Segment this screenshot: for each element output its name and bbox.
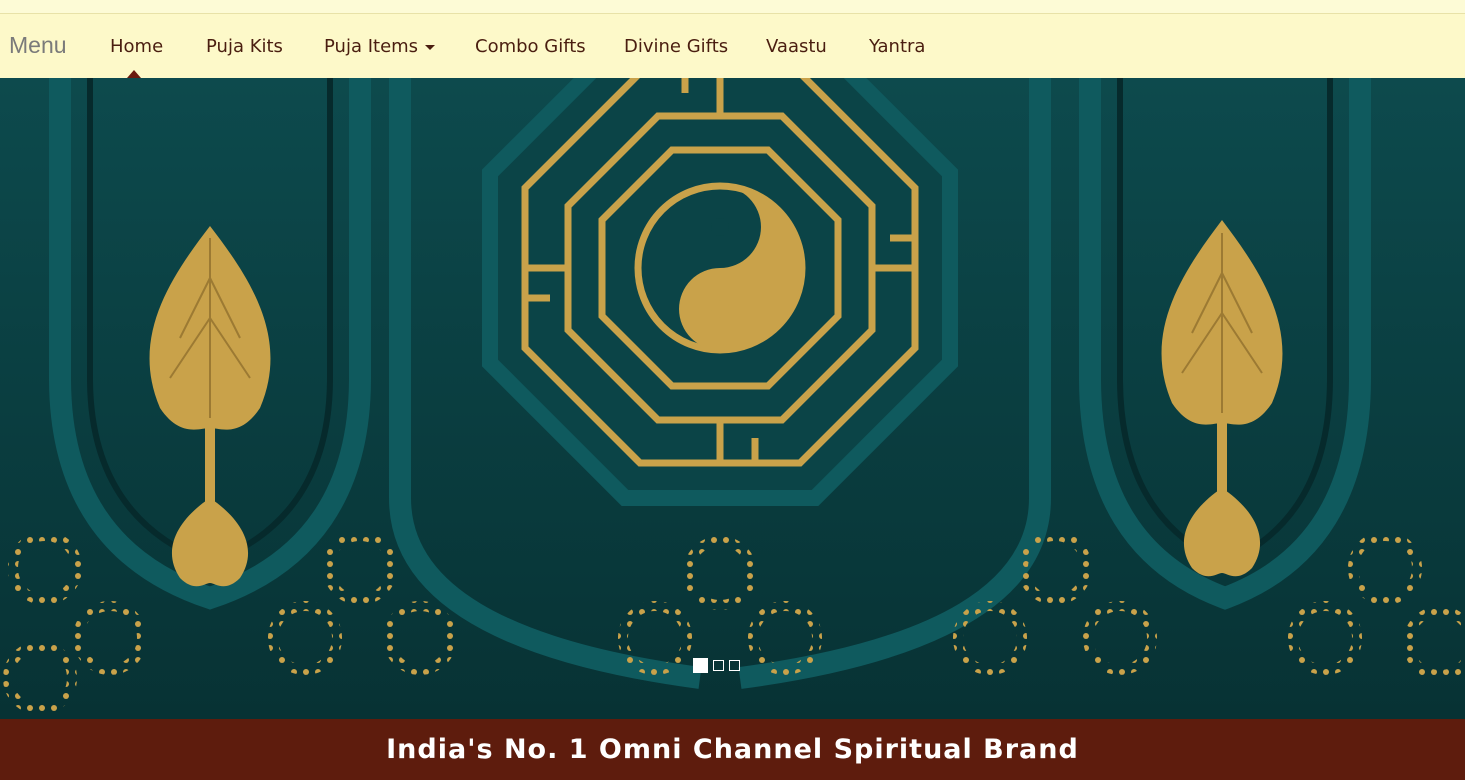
brand-banner: India's No. 1 Omni Channel Spiritual Bra… [0,719,1465,780]
main-navbar: Menu Home Puja Kits Puja Items Combo Gif… [0,14,1465,78]
nav-item-divine-gifts[interactable]: Divine Gifts [624,36,728,57]
nav-item-label: Divine Gifts [624,36,729,57]
carousel-indicators [693,658,740,673]
nav-item-label: Home [110,36,164,57]
nav-item-puja-kits[interactable]: Puja Kits [206,36,283,57]
menu-label[interactable]: Menu [9,32,67,59]
nav-item-label: Puja Kits [206,36,283,57]
active-indicator-icon [127,70,141,78]
nav-item-label: Vaastu [766,36,827,57]
hero-image [0,78,1465,719]
carousel-dot-2[interactable] [713,660,724,671]
nav-item-combo-gifts[interactable]: Combo Gifts [475,36,586,57]
caret-down-icon [425,44,436,50]
nav-item-label: Puja Items [324,36,419,57]
top-strip [0,0,1465,14]
nav-item-vaastu[interactable]: Vaastu [766,36,827,57]
nav-item-label: Yantra [869,36,926,57]
nav-item-label: Combo Gifts [475,36,586,57]
hero-carousel[interactable] [0,78,1465,719]
banner-text: India's No. 1 Omni Channel Spiritual Bra… [386,734,1079,765]
carousel-dot-1[interactable] [693,658,708,673]
nav-item-yantra[interactable]: Yantra [869,36,925,57]
nav-item-home[interactable]: Home [110,36,163,57]
carousel-dot-3[interactable] [729,660,740,671]
nav-item-puja-items[interactable]: Puja Items [324,36,436,57]
